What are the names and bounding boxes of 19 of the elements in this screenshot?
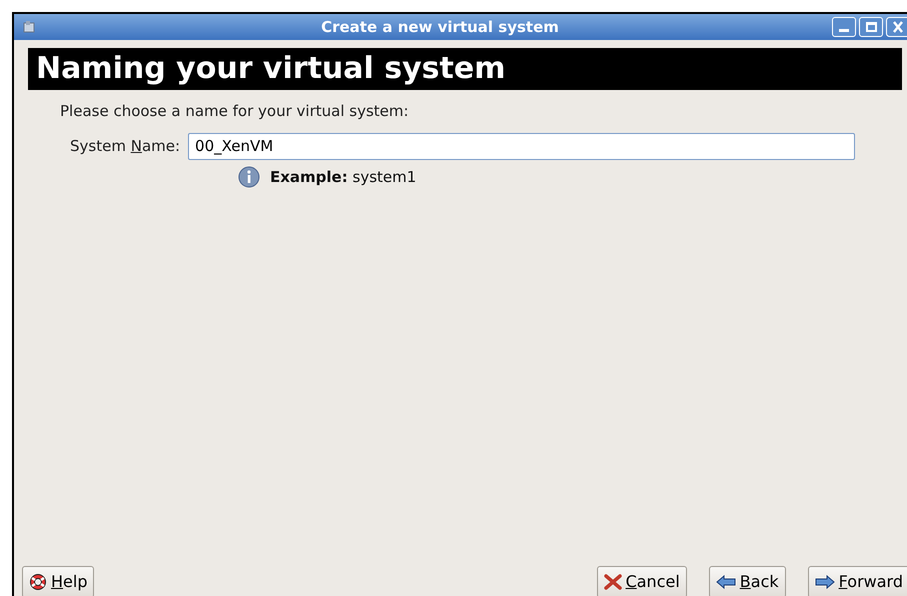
field-label: System Name: — [70, 136, 180, 157]
cross-icon — [604, 574, 622, 590]
help-button[interactable]: Help — [22, 566, 94, 596]
right-arrow-icon — [814, 575, 835, 589]
forward-button[interactable]: Forward — [808, 566, 907, 596]
maximize-icon[interactable] — [859, 17, 883, 37]
page-header: Naming your virtual system — [28, 48, 902, 90]
lifebuoy-icon — [29, 573, 47, 591]
info-icon — [238, 166, 260, 188]
prompt-text: Please choose a name for your virtual system: — [60, 101, 409, 122]
window-title: Create a new virtual system — [320, 16, 560, 38]
system-name-field[interactable]: 00_XenVM — [188, 132, 856, 160]
minimize-icon[interactable] — [832, 17, 856, 37]
left-arrow-icon — [716, 575, 736, 589]
window-menu-icon[interactable] — [22, 20, 36, 34]
example-hint: Example: system1 — [270, 166, 416, 188]
cancel-button[interactable]: Cancel — [596, 566, 687, 596]
back-button[interactable]: Back — [708, 566, 786, 596]
close-icon[interactable] — [886, 17, 907, 37]
